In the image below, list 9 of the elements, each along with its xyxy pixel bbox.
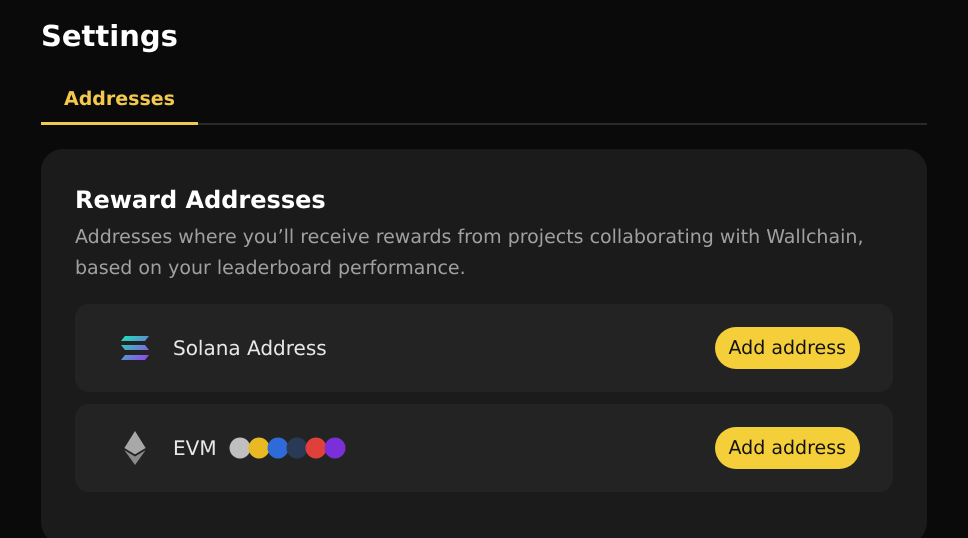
address-label: Solana Address [173,336,327,360]
section-description: Addresses where you’ll receive rewards from projects collaborating with Wallchain, based on your leaderboard performance. [75,225,864,281]
add-address-button[interactable]: Add address [714,427,860,469]
tab[interactable]: Addresses [41,82,198,125]
stripes-icon [119,335,151,361]
add-address-button[interactable]: Add address [714,327,860,369]
page-title: Settings [41,18,179,55]
address-label: EVM [173,436,217,460]
section-heading: Reward Addresses [75,185,327,216]
